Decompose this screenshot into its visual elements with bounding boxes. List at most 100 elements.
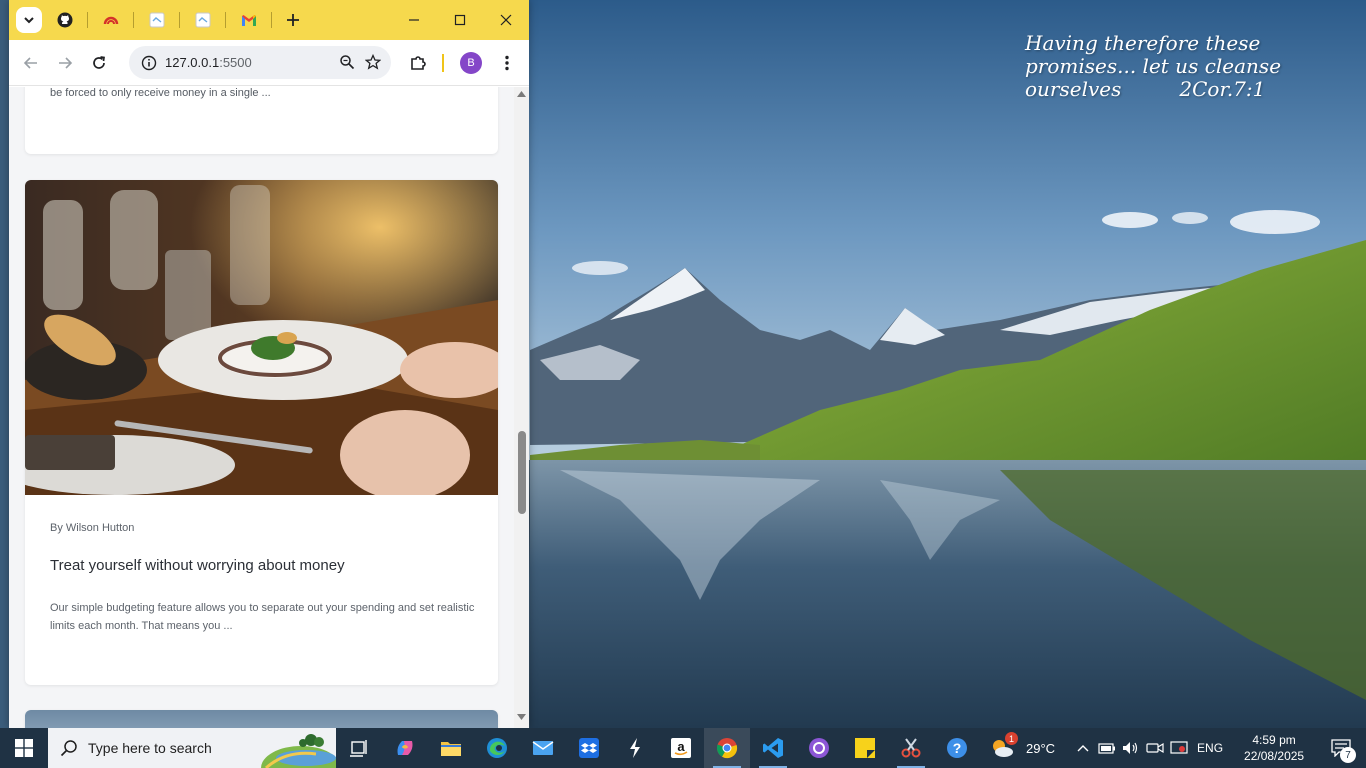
github-desktop-button[interactable] bbox=[796, 728, 842, 768]
avatar: B bbox=[460, 52, 482, 74]
weather-widget[interactable]: 1 29°C bbox=[990, 732, 1056, 759]
start-button[interactable] bbox=[0, 728, 48, 768]
language-indicator[interactable]: ENG bbox=[1197, 741, 1223, 755]
reload-icon bbox=[93, 55, 105, 69]
volume-button[interactable] bbox=[1119, 728, 1143, 768]
puzzle-icon bbox=[411, 56, 426, 70]
edge-button[interactable] bbox=[474, 728, 520, 768]
wallpaper-quote: Having therefore these promises... let u… bbox=[1025, 32, 1325, 101]
search-icon bbox=[60, 740, 77, 757]
sticky-notes-button[interactable] bbox=[842, 728, 888, 768]
svg-text:a: a bbox=[677, 739, 685, 754]
minimize-icon bbox=[409, 19, 419, 21]
record-screen-icon bbox=[1170, 741, 1188, 754]
close-icon bbox=[500, 14, 512, 26]
folder-icon bbox=[441, 742, 461, 756]
maximize-button[interactable] bbox=[437, 0, 483, 40]
browser-tab[interactable] bbox=[88, 0, 134, 40]
browser-toolbar: 127.0.0.1:5500 B bbox=[9, 40, 529, 86]
back-button[interactable] bbox=[14, 46, 48, 80]
close-button[interactable] bbox=[483, 0, 529, 40]
forward-button[interactable] bbox=[48, 46, 82, 80]
article-title[interactable]: Treat yourself without worrying about mo… bbox=[50, 557, 345, 574]
clock-time: 4:59 pm bbox=[1252, 733, 1296, 747]
battery-button[interactable] bbox=[1095, 728, 1119, 768]
system-tray: ENG 4:59 pm 22/08/2025 7 bbox=[1071, 728, 1361, 768]
divider-line bbox=[442, 54, 444, 72]
more-vertical-icon bbox=[505, 55, 509, 71]
maximize-icon bbox=[454, 14, 466, 26]
article-author: By Wilson Hutton bbox=[50, 522, 135, 534]
clock[interactable]: 4:59 pm 22/08/2025 bbox=[1239, 732, 1309, 764]
quote-reference: 2Cor.7:1 bbox=[1179, 77, 1266, 101]
taskbar-search-box[interactable]: Type here to search bbox=[48, 728, 336, 768]
dropbox-icon bbox=[579, 738, 599, 758]
help-button[interactable]: ? bbox=[934, 728, 980, 768]
snipping-tool-button[interactable] bbox=[888, 728, 934, 768]
chevron-down-icon bbox=[24, 17, 34, 24]
site-info-icon[interactable] bbox=[135, 55, 163, 71]
page-viewport: be forced to only receive money in a sin… bbox=[9, 87, 529, 728]
amazon-icon: a bbox=[671, 738, 691, 758]
new-tab-button[interactable] bbox=[276, 3, 310, 37]
weather-icon-wrap: 1 bbox=[990, 732, 1018, 759]
clock-date: 22/08/2025 bbox=[1244, 749, 1305, 763]
task-view-button[interactable] bbox=[336, 728, 382, 768]
camera-icon bbox=[1146, 742, 1164, 754]
edge-icon bbox=[487, 738, 507, 758]
s-app-button[interactable] bbox=[612, 728, 658, 768]
dropbox-button[interactable] bbox=[566, 728, 612, 768]
screen-recorder-button[interactable] bbox=[1167, 728, 1191, 768]
plus-icon bbox=[287, 14, 299, 26]
extensions-button[interactable] bbox=[401, 46, 435, 80]
article-card[interactable]: be forced to only receive money in a sin… bbox=[25, 87, 498, 154]
browser-tab[interactable] bbox=[180, 0, 226, 40]
notifications-button[interactable]: 7 bbox=[1321, 728, 1361, 768]
scroll-up-arrow-icon[interactable] bbox=[517, 91, 526, 97]
windows-logo-icon bbox=[15, 739, 33, 757]
profile-button[interactable]: B bbox=[454, 46, 488, 80]
speaker-icon bbox=[1123, 742, 1138, 754]
page-icon bbox=[195, 12, 211, 28]
quote-line-text: ourselves bbox=[1025, 77, 1122, 101]
menu-button[interactable] bbox=[490, 46, 524, 80]
zoom-icon[interactable] bbox=[339, 54, 355, 75]
weather-alert-badge: 1 bbox=[1005, 732, 1018, 745]
vscode-button[interactable] bbox=[750, 728, 796, 768]
article-card[interactable]: By Wilson Hutton Treat yourself without … bbox=[25, 180, 498, 685]
search-placeholder: Type here to search bbox=[88, 740, 212, 756]
article-card[interactable] bbox=[25, 710, 498, 728]
article-excerpt: Our simple budgeting feature allows you … bbox=[50, 602, 475, 632]
meet-now-button[interactable] bbox=[1143, 728, 1167, 768]
battery-icon bbox=[1098, 743, 1116, 754]
chrome-button[interactable] bbox=[704, 728, 750, 768]
vscode-icon bbox=[763, 738, 783, 758]
bookmark-star-icon[interactable] bbox=[364, 53, 382, 75]
file-explorer-button[interactable] bbox=[428, 728, 474, 768]
tab-search-button[interactable] bbox=[16, 7, 42, 33]
scrollbar-thumb[interactable] bbox=[518, 431, 526, 514]
browser-tab[interactable] bbox=[134, 0, 180, 40]
mail-button[interactable] bbox=[520, 728, 566, 768]
chevron-up-icon bbox=[1077, 745, 1089, 752]
address-bar[interactable]: 127.0.0.1:5500 bbox=[129, 46, 391, 79]
reload-button[interactable] bbox=[82, 46, 116, 80]
page-scrollbar[interactable] bbox=[514, 87, 529, 728]
github-desktop-icon bbox=[809, 738, 829, 758]
article-image bbox=[25, 180, 498, 495]
copilot-button[interactable] bbox=[382, 728, 428, 768]
scroll-down-arrow-icon[interactable] bbox=[517, 714, 526, 720]
minimize-button[interactable] bbox=[391, 0, 437, 40]
browser-window: 127.0.0.1:5500 B be forced to only recei… bbox=[9, 0, 529, 728]
amazon-button[interactable]: a bbox=[658, 728, 704, 768]
sticky-notes-icon bbox=[855, 738, 875, 758]
help-icon: ? bbox=[947, 738, 967, 758]
quote-line: ourselves 2Cor.7:1 bbox=[1025, 78, 1325, 101]
browser-tab[interactable] bbox=[42, 0, 88, 40]
article-excerpt: be forced to only receive money in a sin… bbox=[50, 87, 271, 99]
browser-tab[interactable] bbox=[226, 0, 272, 40]
show-hidden-icons-button[interactable] bbox=[1071, 728, 1095, 768]
gmail-icon bbox=[241, 12, 257, 28]
arrow-right-icon bbox=[59, 56, 73, 69]
temperature: 29°C bbox=[1026, 740, 1056, 756]
